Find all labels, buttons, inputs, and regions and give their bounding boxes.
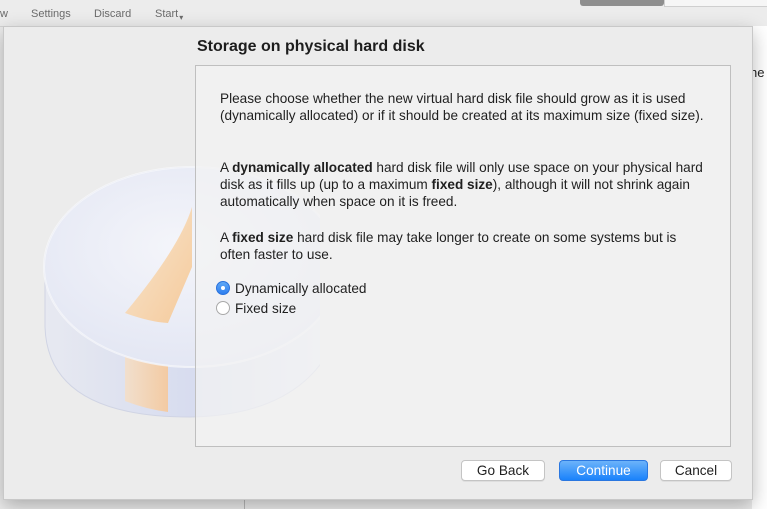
segmented-control-selected[interactable]	[580, 0, 664, 6]
description-paragraph-3: A fixed size hard disk file may take lon…	[220, 229, 710, 263]
toolbar-start-label: Start	[155, 8, 179, 20]
radio-dynamically-allocated-label[interactable]: Dynamically allocated	[235, 281, 366, 296]
background-details-panel	[752, 26, 767, 509]
toolbar-settings[interactable]: Settings	[31, 8, 71, 20]
radio-unselected-icon[interactable]	[216, 301, 230, 315]
create-disk-wizard-sheet: Storage on physical hard disk Please cho…	[3, 26, 753, 500]
paragraph-3-text-a: A	[220, 230, 233, 245]
radio-fixed-size-label[interactable]: Fixed size	[235, 301, 296, 316]
toolbar-discard[interactable]: Discard	[94, 8, 131, 20]
toolbar-item-partial[interactable]: w	[0, 8, 8, 20]
continue-button[interactable]: Continue	[559, 460, 648, 481]
radio-selected-icon[interactable]	[216, 281, 230, 295]
dropdown-caret-icon: ▾	[179, 13, 184, 22]
wizard-page-title: Storage on physical hard disk	[197, 38, 425, 55]
radio-fixed-size[interactable]: Fixed size	[216, 298, 296, 318]
paragraph-3-bold: fixed size	[232, 230, 294, 245]
description-paragraph-1: Please choose whether the new virtual ha…	[220, 91, 704, 123]
description-paragraph-2: A dynamically allocated hard disk file w…	[220, 159, 710, 210]
go-back-button[interactable]: Go Back	[461, 460, 545, 481]
toolbar-start[interactable]: Start▾	[155, 8, 184, 22]
paragraph-2-text-a: A	[220, 160, 233, 175]
wizard-content-panel: Please choose whether the new virtual ha…	[195, 65, 731, 447]
cancel-button[interactable]: Cancel	[660, 460, 732, 481]
radio-dynamically-allocated[interactable]: Dynamically allocated	[216, 278, 366, 298]
paragraph-2-bold-b: fixed size	[431, 177, 493, 192]
paragraph-2-bold-a: dynamically allocated	[232, 160, 373, 175]
background-toolbar: w Settings Discard Start▾	[0, 0, 767, 27]
segmented-control-unselected[interactable]	[664, 0, 767, 7]
